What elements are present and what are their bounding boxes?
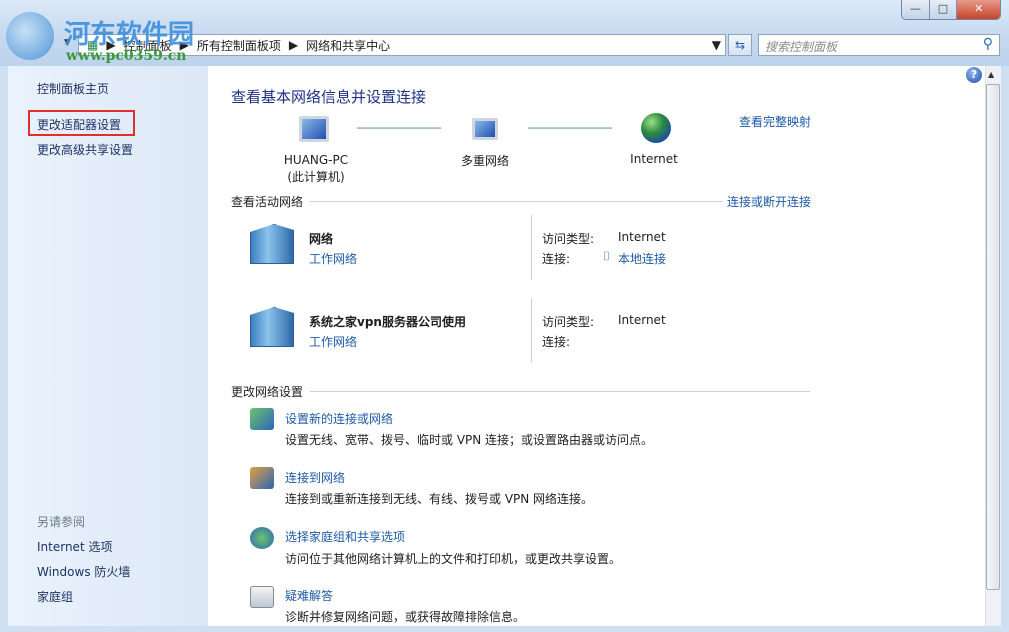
task-setup-connection-link[interactable]: 设置新的连接或网络 — [285, 410, 393, 427]
search-icon[interactable]: ⚲ — [983, 36, 993, 52]
sidebar-item-adapter-settings[interactable]: 更改适配器设置 — [37, 116, 121, 133]
task-homegroup-link[interactable]: 选择家庭组和共享选项 — [285, 528, 405, 545]
search-placeholder: 搜索控制面板 — [765, 40, 837, 54]
access-type-value: Internet — [618, 230, 666, 244]
task-description: 设置无线、宽带、拨号、临时或 VPN 连接；或设置路由器或访问点。 — [285, 431, 653, 448]
local-connection-link[interactable]: 本地连接 — [618, 250, 666, 267]
task-troubleshoot-link[interactable]: 疑难解答 — [285, 587, 333, 604]
refresh-button[interactable]: ⇆ — [728, 34, 752, 56]
watermark-url: www.pc0359.cn — [66, 48, 186, 64]
divider — [310, 391, 810, 392]
multiple-networks-icon — [468, 113, 502, 145]
new-connection-icon — [250, 408, 274, 430]
minimize-button[interactable]: — — [902, 0, 930, 19]
divider — [531, 298, 532, 362]
view-full-map-link[interactable]: 查看完整映射 — [739, 113, 811, 130]
connection-line — [528, 127, 612, 129]
network-name: 网络 — [309, 230, 333, 247]
connection-label: 连接: — [542, 250, 570, 267]
search-input[interactable]: 搜索控制面板 ⚲ — [758, 34, 1000, 56]
network-type-link[interactable]: 工作网络 — [309, 333, 357, 350]
address-dropdown-icon[interactable]: ▼ — [712, 38, 721, 52]
chevron-right-icon: ▶ — [289, 38, 298, 52]
network-building-icon — [250, 307, 294, 347]
network-type-link[interactable]: 工作网络 — [309, 250, 357, 267]
scrollbar-thumb[interactable] — [986, 84, 1000, 590]
connection-line — [357, 127, 441, 129]
see-also-homegroup[interactable]: 家庭组 — [37, 588, 73, 605]
map-network-label: 多重网络 — [445, 152, 525, 169]
troubleshoot-icon — [250, 586, 274, 608]
close-button[interactable]: ✕ — [957, 0, 1000, 19]
homegroup-icon — [250, 527, 274, 549]
divider — [310, 201, 723, 202]
task-description: 连接到或重新连接到无线、有线、拨号或 VPN 网络连接。 — [285, 490, 593, 507]
connect-to-network-icon — [250, 467, 274, 489]
access-type-label: 访问类型: — [542, 230, 594, 247]
watermark-name: 河东软件园 — [64, 14, 194, 51]
computer-icon — [298, 113, 330, 145]
network-building-icon — [250, 224, 294, 264]
connection-label: 连接: — [542, 333, 570, 350]
maximize-button[interactable]: □ — [930, 0, 958, 19]
map-pc-label: HUANG-PC(此计算机) — [256, 152, 376, 186]
see-also-heading: 另请参阅 — [37, 513, 85, 530]
sidebar-item-home[interactable]: 控制面板主页 — [37, 80, 109, 97]
help-icon[interactable]: ? — [966, 67, 982, 83]
network-name: 系统之家vpn服务器公司使用 — [309, 313, 466, 330]
task-description: 诊断并修复网络问题，或获得故障排除信息。 — [285, 608, 525, 625]
divider — [531, 215, 532, 280]
window-controls: — □ ✕ — [901, 0, 1001, 20]
ethernet-icon: ⌷ — [603, 249, 610, 264]
active-networks-heading: 查看活动网络 — [231, 193, 303, 210]
task-description: 访问位于其他网络计算机上的文件和打印机，或更改共享设置。 — [285, 550, 621, 567]
access-type-value: Internet — [618, 313, 666, 327]
see-also-firewall[interactable]: Windows 防火墙 — [37, 563, 130, 580]
task-connect-network-link[interactable]: 连接到网络 — [285, 469, 345, 486]
page-title: 查看基本网络信息并设置连接 — [231, 86, 426, 107]
see-also-internet-options[interactable]: Internet 选项 — [37, 538, 112, 555]
internet-globe-icon — [640, 112, 672, 144]
change-settings-heading: 更改网络设置 — [231, 383, 303, 400]
back-button[interactable] — [6, 12, 54, 60]
scroll-up-icon[interactable]: ▲ — [988, 70, 994, 79]
connect-disconnect-link[interactable]: 连接或断开连接 — [727, 193, 811, 210]
pc-subtitle: (此计算机) — [256, 169, 376, 186]
breadcrumb-1[interactable]: 所有控制面板项 — [197, 37, 281, 54]
map-internet-label: Internet — [614, 152, 694, 166]
pc-name: HUANG-PC — [256, 152, 376, 169]
sidebar-item-advanced-sharing[interactable]: 更改高级共享设置 — [37, 141, 133, 158]
access-type-label: 访问类型: — [542, 313, 594, 330]
breadcrumb-2[interactable]: 网络和共享中心 — [306, 37, 390, 54]
